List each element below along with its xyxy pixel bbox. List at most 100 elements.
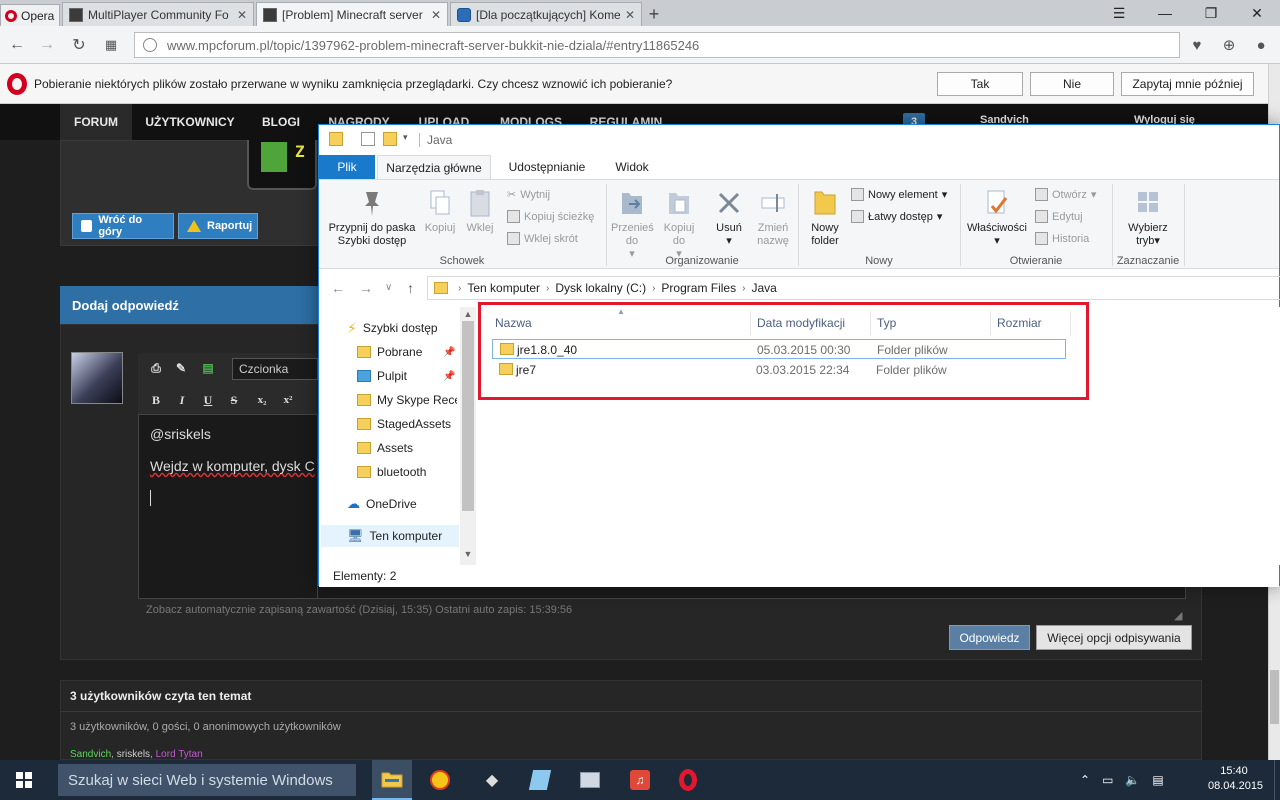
opera-taskbar-icon[interactable] [668, 760, 708, 800]
close-tab-icon[interactable]: ✕ [431, 8, 441, 22]
music-app-icon[interactable]: ♫ [620, 760, 660, 800]
browser-tab-2[interactable]: [Problem] Minecraft server ✕ [256, 2, 448, 26]
new-tab-button[interactable]: + [642, 2, 666, 26]
chevron-right-icon[interactable]: › [544, 283, 551, 294]
tab-menu-icon[interactable]: ☰ [1096, 0, 1142, 26]
heart-bookmark-icon[interactable]: ♥ [1184, 32, 1210, 58]
close-tab-icon[interactable]: ✕ [237, 8, 247, 22]
chevron-right-icon[interactable]: › [456, 283, 463, 294]
more-reply-options-button[interactable]: Więcej opcji odpisywania [1036, 625, 1192, 650]
show-hidden-icons-icon[interactable]: ⌃ [1080, 773, 1090, 787]
table-row[interactable]: jre1.8.0_40 05.03.2015 00:30 Folder plik… [492, 339, 1066, 359]
eraser-icon[interactable]: ✎ [173, 360, 189, 376]
pin-icon[interactable]: 📌 [443, 347, 455, 358]
paste-button[interactable]: Wklej [461, 184, 499, 235]
up-arrow-icon[interactable]: ↑ [407, 280, 414, 296]
cut-button[interactable]: ✂ Wytnij [507, 188, 550, 202]
notes-app-icon[interactable] [520, 760, 560, 800]
report-button[interactable]: Raportuj [178, 213, 258, 239]
minimize-button[interactable]: — [1142, 0, 1188, 26]
forum-nav-blogs[interactable]: BLOGI [248, 104, 314, 140]
new-item-button[interactable]: Nowy element ▾ [851, 188, 947, 201]
close-window-button[interactable]: ✕ [1234, 0, 1280, 26]
new-folder-button[interactable]: Nowy folder [803, 184, 847, 248]
bold-icon[interactable]: B [148, 392, 164, 408]
chevron-right-icon[interactable]: › [740, 283, 747, 294]
close-tab-icon[interactable]: ✕ [625, 8, 635, 22]
column-header-size[interactable]: Rozmiar [991, 311, 1071, 335]
page-scrollbar-thumb[interactable] [1270, 670, 1279, 724]
open-button[interactable]: Otwórz ▾ [1035, 188, 1096, 201]
column-header-modified[interactable]: Data modyfikacji [751, 311, 871, 335]
source-icon[interactable]: ⎙ [148, 360, 164, 376]
url-field[interactable]: www.mpcforum.pl/topic/1397962-problem-mi… [134, 32, 1180, 58]
forum-nav-forum[interactable]: FORUM [60, 104, 132, 140]
copy-path-button[interactable]: Kopiuj ścieżkę [507, 210, 594, 223]
nav-item-quick-access[interactable]: ⚡ Szybki dostęp [347, 317, 457, 339]
strikethrough-icon[interactable]: S [226, 392, 242, 408]
explorer-path-bar[interactable]: › Ten komputer › Dysk lokalny (C:) › Pro… [427, 276, 1280, 300]
browser-tab-3[interactable]: [Dla początkujących] Kome ✕ [450, 2, 642, 26]
reload-icon[interactable]: ↻ [66, 32, 92, 58]
browser-tab-1[interactable]: MultiPlayer Community Fo ✕ [62, 2, 254, 26]
no-button[interactable]: Nie [1030, 72, 1114, 96]
smiley-app-icon[interactable] [420, 760, 460, 800]
nav-item-assets[interactable]: Assets [357, 437, 457, 459]
breadcrumb-segment[interactable]: Java [747, 281, 780, 295]
nav-pane-scrollbar-thumb[interactable] [462, 321, 474, 511]
superscript-icon[interactable]: x² [280, 392, 296, 408]
taskbar-search-input[interactable]: Szukaj w sieci Web i systemie Windows [58, 764, 356, 796]
nav-pane-scrollbar[interactable]: ▲ ▼ [460, 307, 476, 565]
nav-item-onedrive[interactable]: ☁ OneDrive [347, 493, 457, 515]
nav-item-this-pc[interactable]: 🖥 Ten komputer [321, 525, 459, 547]
breadcrumb-segment[interactable]: Ten komputer [463, 281, 544, 295]
italic-icon[interactable]: I [174, 392, 190, 408]
delete-button[interactable]: Usuń ▾ [709, 184, 749, 248]
breadcrumb-segment[interactable]: Dysk lokalny (C:) [551, 281, 650, 295]
reply-submit-button[interactable]: Odpowiedz [949, 625, 1030, 650]
copy-to-button[interactable]: Kopiuj do ▾ [659, 184, 699, 261]
nav-item-bluetooth[interactable]: bluetooth [357, 461, 457, 483]
customize-quick-access-icon[interactable]: ▾ [403, 132, 408, 143]
template-icon[interactable]: ▤ [200, 360, 216, 376]
nav-item-stagedassets[interactable]: StagedAssets [357, 413, 457, 435]
ribbon-tab-home[interactable]: Narzędzia główne [377, 155, 491, 179]
ribbon-tab-view[interactable]: Widok [603, 155, 661, 179]
power-icon[interactable]: ▭ [1102, 773, 1113, 787]
start-button[interactable] [0, 760, 48, 800]
show-desktop-button[interactable] [1274, 760, 1280, 800]
underline-icon[interactable]: U [200, 392, 216, 408]
recent-locations-icon[interactable]: ∨ [385, 282, 392, 293]
table-row[interactable]: jre7 03.03.2015 22:34 Folder plików [492, 360, 1066, 380]
rename-button[interactable]: Zmień nazwę [753, 184, 793, 248]
move-to-button[interactable]: Przenieś do ▾ [611, 184, 654, 261]
nav-item-desktop[interactable]: Pulpit 📌 [357, 365, 467, 387]
copy-button[interactable]: Kopiuj [421, 184, 459, 235]
image-app-icon[interactable] [570, 760, 610, 800]
reader-user-link[interactable]: Sandvich [70, 749, 111, 760]
new-folder-quick-icon[interactable] [383, 132, 397, 146]
scroll-up-icon[interactable]: ▲ [460, 307, 476, 321]
paste-shortcut-button[interactable]: Wklej skrót [507, 232, 578, 245]
pin-quick-access-button[interactable]: Przypnij do paska Szybki dostęp [325, 184, 419, 248]
ribbon-tab-share[interactable]: Udostępnianie [499, 155, 595, 179]
reader-user-link[interactable]: Lord Tytan [156, 749, 203, 760]
scroll-down-icon[interactable]: ▼ [460, 547, 476, 561]
reader-user-link[interactable]: sriskels [117, 749, 150, 760]
breadcrumb-segment[interactable]: Program Files [657, 281, 740, 295]
reply-editor-extension[interactable] [318, 585, 1186, 599]
opera-menu-button[interactable]: Opera [0, 4, 60, 26]
language-icon[interactable]: ▤ [1152, 773, 1163, 787]
autosave-note[interactable]: Zobacz automatycznie zapisaną zawartość … [146, 604, 572, 616]
select-mode-button[interactable]: Wybierz tryb▾ [1119, 184, 1177, 248]
subscript-icon[interactable]: x₂ [254, 392, 270, 408]
maximize-button[interactable]: ❐ [1188, 0, 1234, 26]
edit-button[interactable]: Edytuj [1035, 210, 1083, 223]
download-icon[interactable]: ⊕ [1216, 32, 1242, 58]
nav-item-downloads[interactable]: Pobrane 📌 [357, 341, 467, 363]
forward-arrow-icon[interactable]: → [34, 32, 60, 58]
pin-icon[interactable]: 📌 [443, 371, 455, 382]
properties-button[interactable]: Właściwości ▾ [965, 184, 1029, 248]
taskbar-clock[interactable]: 15:40 08.04.2015 [1208, 764, 1263, 794]
gamepad-app-icon[interactable]: ◆ [472, 760, 512, 800]
